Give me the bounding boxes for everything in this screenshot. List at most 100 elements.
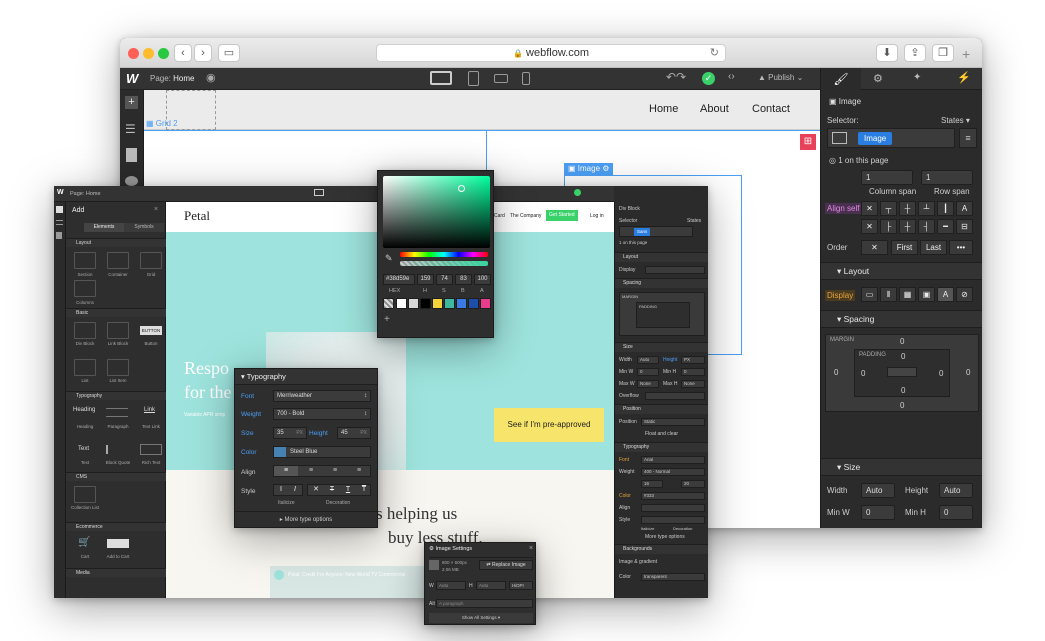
tabs-icon[interactable]: ❐ (932, 44, 954, 62)
front-spacing-header[interactable]: Spacing (615, 278, 708, 288)
decoration-none-icon[interactable]: ✕ (308, 485, 324, 495)
size-section-header[interactable]: ▾ Size (821, 458, 982, 476)
front-backgrounds-header[interactable]: Backgrounds (615, 544, 708, 554)
hue-input[interactable]: 159 (417, 274, 434, 285)
image-height-input[interactable]: Auto (476, 581, 506, 590)
front-max-w-input[interactable]: None (637, 380, 659, 388)
front-float-clear-toggle[interactable]: Float and clear (645, 431, 678, 437)
front-line-height-input[interactable]: 20 (681, 480, 705, 488)
petal-nav-company[interactable]: The Company (510, 213, 541, 219)
width-input[interactable]: Auto (861, 483, 895, 498)
desktop-breakpoint-icon[interactable] (430, 71, 452, 85)
nav-link-about[interactable]: About (700, 103, 729, 115)
front-overflow-buttons[interactable] (645, 392, 705, 400)
petal-logo[interactable]: Petal (184, 208, 210, 224)
front-style-buttons[interactable] (641, 516, 705, 524)
padding-bottom-value[interactable]: 0 (901, 386, 905, 395)
front-min-w-input[interactable]: 0 (637, 368, 659, 376)
order-none-icon[interactable]: ✕ (861, 240, 888, 255)
color-swatch-7[interactable] (468, 298, 479, 309)
navigator-icon[interactable]: ☰ (125, 122, 136, 136)
front-size-input[interactable]: 16 (641, 480, 663, 488)
page-name[interactable]: Home (173, 74, 194, 83)
settings-gear-icon[interactable]: ⚙ (873, 72, 883, 85)
tab-symbols[interactable]: Symbols (124, 223, 164, 232)
add-section-typography[interactable]: Typography (66, 391, 166, 400)
front-pages-icon[interactable] (56, 232, 62, 239)
front-width-input[interactable]: Auto (637, 356, 659, 364)
typography-header[interactable]: ▾ Typography (235, 369, 377, 385)
petal-get-started-button[interactable]: Get Started (546, 210, 578, 221)
container-element-icon[interactable] (107, 252, 129, 269)
add-panel-close-icon[interactable]: × (154, 206, 158, 213)
selector-options-icon[interactable]: ≡ (959, 128, 977, 148)
display-flex-icon[interactable]: ⫴ (880, 287, 897, 302)
add-section-layout[interactable]: Layout (66, 238, 166, 247)
layout-section-header[interactable]: ▾ Layout (821, 262, 982, 280)
add-section-media[interactable]: Media (66, 568, 166, 577)
rich-text-element-icon[interactable] (140, 444, 162, 455)
align-self-stretch-icon[interactable]: ┃ (937, 201, 954, 216)
interactions-bolt-icon[interactable]: ⚡ (957, 71, 971, 84)
row-span-input[interactable]: 1 (921, 170, 973, 185)
font-select[interactable]: Merriweather ↕ (273, 390, 371, 402)
color-swatch-4[interactable] (432, 298, 443, 309)
hidpi-checkbox[interactable]: HiDPI (509, 581, 533, 590)
margin-top-value[interactable]: 0 (900, 337, 904, 346)
front-selector-field[interactable]: Sans (619, 226, 693, 237)
front-color-input[interactable]: #333 (641, 492, 705, 500)
display-inline-icon[interactable]: A (937, 287, 954, 302)
grid-element-icon[interactable] (140, 252, 162, 269)
front-page-label[interactable]: Page: Home (70, 191, 101, 197)
hue-slider[interactable] (400, 252, 488, 257)
add-section-ecommerce[interactable]: Ecommerce (66, 522, 166, 531)
strikethrough-icon[interactable]: T (324, 485, 340, 495)
sidebar-toggle-icon[interactable]: ▭ (218, 44, 240, 62)
size-input[interactable]: 35 PX (273, 427, 307, 439)
align-self-center-icon[interactable]: ┼ (899, 201, 916, 216)
front-bg-color-input[interactable]: transparent (641, 573, 705, 581)
list-item-element-icon[interactable] (107, 359, 129, 376)
petal-nav-card[interactable]: Card (494, 213, 505, 219)
order-first-button[interactable]: First (891, 240, 918, 255)
states-dropdown[interactable]: States ▾ (941, 116, 970, 125)
color-input[interactable]: Steel Blue (273, 446, 371, 458)
paragraph-element-icon[interactable] (106, 408, 128, 417)
swatch-transparent[interactable] (383, 298, 394, 309)
front-margin-box[interactable]: MARGIN PADDING (619, 292, 705, 336)
front-position-header[interactable]: Position (615, 404, 708, 414)
pages-icon[interactable] (126, 148, 137, 162)
column-span-input[interactable]: 1 (861, 170, 913, 185)
front-typography-header[interactable]: Typography (615, 442, 708, 452)
collection-list-icon[interactable] (74, 486, 96, 503)
margin-left-value[interactable]: 0 (834, 368, 838, 377)
front-navigator-icon[interactable] (56, 220, 63, 225)
front-add-icon[interactable] (56, 206, 63, 213)
spacing-section-header[interactable]: ▾ Spacing (821, 310, 982, 328)
cms-icon[interactable] (125, 176, 138, 186)
saturation-area[interactable] (383, 176, 490, 248)
padding-left-value[interactable]: 0 (861, 369, 865, 378)
grid-edit-icon[interactable]: ⊞ (800, 134, 816, 150)
add-section-cms[interactable]: CMS (66, 472, 166, 481)
maximize-window-button[interactable] (158, 48, 169, 59)
padding-top-value[interactable]: 0 (901, 352, 905, 361)
alpha-slider[interactable] (400, 261, 488, 266)
style-manager-icon[interactable]: ✦ (913, 72, 921, 83)
reload-icon[interactable]: ↻ (710, 45, 719, 62)
align-self-baseline-icon[interactable]: A (956, 201, 973, 216)
overline-icon[interactable]: T (356, 485, 372, 495)
align-center-icon[interactable]: ≡ (299, 466, 323, 476)
eyedropper-icon[interactable]: ✎ (385, 253, 393, 264)
list-element-icon[interactable] (74, 359, 96, 376)
front-height-input[interactable]: PX (681, 356, 705, 364)
preview-eye-icon[interactable]: ◉ (206, 71, 216, 84)
front-check-icon[interactable] (574, 189, 581, 196)
color-swatch-5[interactable] (444, 298, 455, 309)
front-padding-box[interactable]: PADDING (636, 302, 690, 328)
alpha-input[interactable]: 100 (474, 274, 491, 285)
padding-box[interactable]: PADDING 0 0 0 0 (854, 349, 950, 397)
div-block-icon[interactable] (74, 322, 96, 339)
show-all-settings-button[interactable]: Show All Settings ▾ (429, 613, 533, 623)
justify-self-none-icon[interactable]: ✕ (861, 219, 878, 234)
